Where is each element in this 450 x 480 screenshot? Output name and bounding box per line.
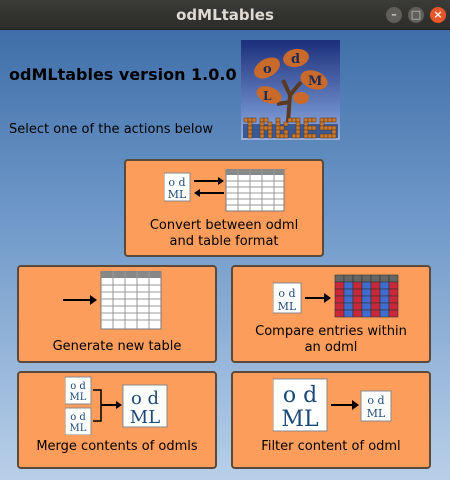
compare-label-line2: an odml	[304, 340, 358, 355]
generate-table-button[interactable]: Generate new table	[17, 265, 217, 363]
filter-odml-button[interactable]: o d ML o d ML Filter content of odml	[231, 371, 431, 469]
minimize-button[interactable]: –	[386, 7, 402, 23]
instruction-text: Select one of the actions below	[9, 122, 214, 137]
svg-text:o: o	[263, 62, 272, 77]
compare-entries-button[interactable]: o d ML Compare entries within an odml	[231, 265, 431, 363]
odmltables-logo: o d M L	[241, 40, 340, 140]
svg-text:o d: o d	[131, 388, 159, 409]
close-button[interactable]: ×	[430, 7, 446, 23]
generate-label: Generate new table	[52, 339, 182, 354]
svg-text:L: L	[263, 89, 272, 103]
merge-odmls-button[interactable]: o d ML o d ML o d ML Merge contents of o…	[17, 371, 217, 469]
svg-text:o d: o d	[70, 381, 86, 392]
compare-icon: o d ML	[273, 274, 399, 318]
merge-label: Merge contents of odmls	[36, 439, 198, 454]
main-content: odMLtables version 1.0.0 Select one of t…	[0, 30, 450, 480]
app-window: odMLtables – □ × odMLtables version 1.0.…	[0, 0, 450, 480]
svg-text:ML: ML	[367, 407, 386, 420]
svg-text:ML: ML	[278, 300, 297, 313]
svg-text:ML: ML	[168, 188, 187, 201]
merge-icon: o d ML o d ML o d ML	[65, 376, 168, 435]
svg-text:M: M	[308, 74, 322, 89]
convert-icon: o d ML	[164, 169, 285, 212]
convert-label-line1: Convert between odml	[149, 218, 299, 233]
svg-text:o d: o d	[70, 412, 86, 423]
maximize-button[interactable]: □	[408, 7, 424, 23]
svg-text:o d: o d	[367, 394, 384, 407]
convert-button[interactable]: o d ML Convert between odml and table fo…	[124, 159, 324, 257]
svg-text:ML: ML	[281, 407, 319, 432]
svg-text:ML: ML	[70, 423, 87, 434]
filter-label: Filter content of odml	[261, 439, 401, 454]
convert-label-line2: and table format	[169, 234, 279, 249]
app-title: odMLtables version 1.0.0	[9, 65, 237, 84]
svg-text:o d: o d	[283, 383, 317, 408]
svg-text:o d: o d	[278, 287, 295, 300]
svg-text:d: d	[291, 52, 300, 67]
generate-table-icon	[63, 271, 162, 330]
window-title: odMLtables	[176, 6, 274, 24]
compare-label-line1: Compare entries within	[255, 324, 407, 339]
svg-text:ML: ML	[130, 407, 160, 428]
svg-text:ML: ML	[70, 392, 87, 403]
title-bar: odMLtables – □ ×	[0, 0, 450, 30]
filter-icon: o d ML o d ML	[273, 378, 392, 432]
